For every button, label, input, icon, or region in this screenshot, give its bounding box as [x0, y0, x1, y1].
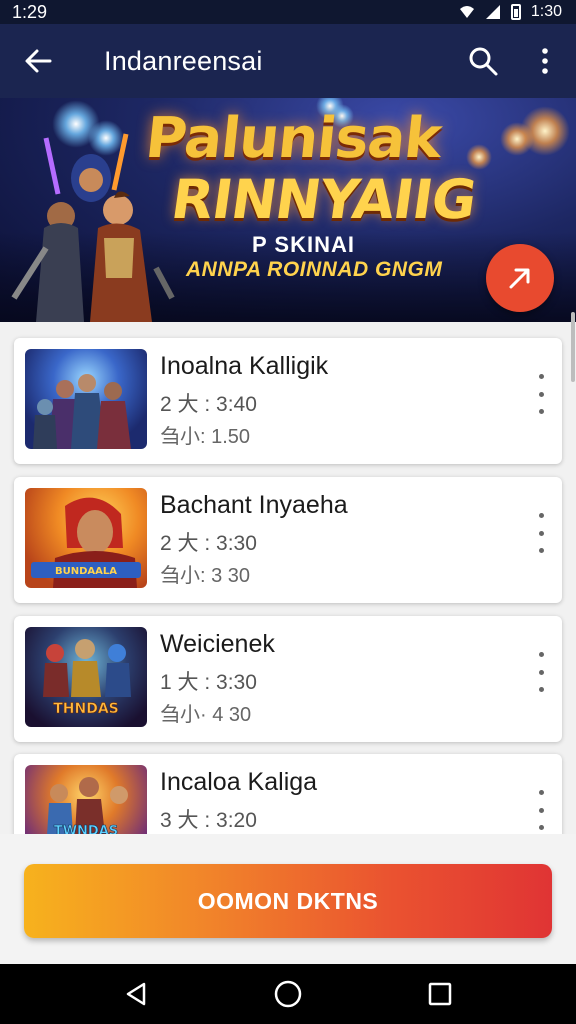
app-bar: Indanreensai [0, 24, 576, 98]
stage-light [500, 122, 534, 156]
thumbnail-art [33, 374, 131, 449]
item-more-button[interactable] [530, 374, 552, 414]
status-icons: 1:30 [459, 3, 562, 21]
item-more-button[interactable] [530, 790, 552, 830]
item-more-button[interactable] [530, 652, 552, 692]
game-meta-primary: 2 大 : 3:30 [160, 532, 257, 555]
status-bar: 1:29 1:30 [0, 0, 576, 24]
arrow-left-icon [25, 49, 52, 73]
cell-signal-icon [485, 5, 500, 19]
dot [538, 687, 544, 692]
search-button[interactable] [452, 24, 514, 98]
game-title: Incaloa Kaliga [160, 768, 318, 796]
game-meta-primary: 3 大 : 3:20 [160, 809, 257, 832]
arrow-up-right-icon [509, 268, 530, 289]
game-list[interactable]: Inoalna Kalligik 2 大 : 3:40 刍小: 1.50 BUN… [0, 322, 576, 834]
thumbnail-caption: THNDAS [53, 701, 119, 717]
system-nav-bar [0, 964, 576, 1024]
game-title: Bachant Inyaeha [160, 491, 348, 519]
game-title: Weicienek [160, 630, 275, 658]
share-fab[interactable] [486, 244, 554, 312]
status-right-text: 1:30 [530, 3, 562, 20]
dot [538, 513, 544, 518]
thumbnail-caption: BUNDAALA [55, 566, 117, 577]
game-meta-primary: 1 大 : 3:30 [160, 671, 257, 694]
nav-back-button[interactable] [106, 964, 166, 1024]
more-vert-icon [542, 48, 548, 74]
thumbnail-caption: TWNDAS [54, 824, 118, 834]
item-more-button[interactable] [530, 513, 552, 553]
banner-tagline: ANNPA ROINNAD GNGM [186, 258, 443, 281]
game-meta-secondary: 刍小· 4 30 [160, 704, 252, 726]
thumbnail-art: THNDAS [43, 639, 131, 717]
status-time: 1:29 [12, 1, 48, 22]
scrollbar-thumb[interactable] [571, 312, 575, 382]
thumbnail-art: TWNDAS [47, 777, 128, 834]
game-thumbnail: TWNDAS [25, 765, 147, 834]
game-title: Inoalna Kalligik [160, 352, 329, 380]
dot [538, 790, 544, 795]
banner-subtitle: P SKINAI [252, 232, 355, 257]
battery-icon [510, 4, 521, 20]
game-thumbnail: THNDAS [25, 627, 147, 727]
banner-title-line2: RINNYAIIG [167, 168, 480, 231]
wifi-icon [459, 6, 474, 18]
dot [538, 669, 544, 675]
search-icon [469, 47, 498, 76]
list-item[interactable]: BUNDAALA Bachant Inyaeha 2 大 : 3:30 刍小: … [14, 477, 562, 603]
list-item[interactable]: THNDAS Weicienek 1 大 : 3:30 刍小· 4 30 [14, 616, 562, 742]
dot [538, 391, 544, 397]
dot [538, 374, 544, 379]
game-meta-secondary: 刍小: 1.50 [160, 426, 251, 448]
dot [538, 548, 544, 553]
dot [538, 530, 544, 536]
triangle-back-icon [126, 982, 146, 1006]
game-meta-primary: 2 大 : 3:40 [160, 393, 257, 416]
page-title: Indanreensai [104, 45, 263, 76]
dot [538, 825, 544, 830]
dot [538, 652, 544, 657]
primary-action-button[interactable]: OOMON DKTNS [24, 864, 552, 938]
dot [538, 807, 544, 813]
back-button[interactable] [0, 24, 76, 98]
game-thumbnail [25, 349, 147, 449]
nav-home-button[interactable] [258, 964, 318, 1024]
dot [538, 409, 544, 414]
nav-recents-button[interactable] [410, 964, 470, 1024]
circle-home-icon [274, 980, 302, 1008]
banner-title-line1: Palunisak [142, 106, 445, 171]
game-meta-secondary: 刍小: 3 30 [160, 565, 251, 587]
thumbnail-art: BUNDAALA [31, 497, 141, 588]
square-recents-icon [428, 982, 452, 1006]
stage-light [466, 144, 492, 170]
game-thumbnail: BUNDAALA [25, 488, 147, 588]
overflow-menu-button[interactable] [514, 24, 576, 98]
list-item[interactable]: Inoalna Kalligik 2 大 : 3:40 刍小: 1.50 [14, 338, 562, 464]
list-item[interactable]: TWNDAS Incaloa Kaliga 3 大 : 3:20 [14, 754, 562, 834]
